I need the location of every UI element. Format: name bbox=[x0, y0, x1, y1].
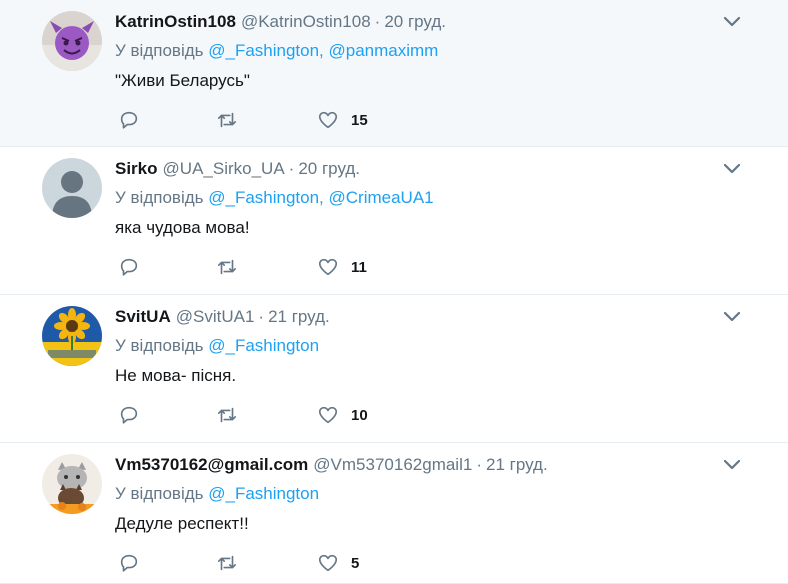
display-name[interactable]: Sirko bbox=[115, 159, 158, 178]
reply-button[interactable] bbox=[118, 403, 140, 427]
heart-icon bbox=[318, 406, 338, 424]
tweet-header: Sirko @UA_Sirko_UA · 20 груд. bbox=[115, 158, 360, 180]
retweet-icon bbox=[217, 112, 237, 128]
chevron-down-icon[interactable] bbox=[722, 309, 742, 325]
dot-separator: · bbox=[288, 159, 295, 178]
avatar[interactable] bbox=[42, 11, 102, 71]
default-avatar-icon bbox=[42, 158, 102, 218]
like-button[interactable]: 15 bbox=[317, 108, 368, 132]
replying-to: У відповідь @_Fashington, @panmaximm bbox=[115, 40, 438, 62]
dot-separator: · bbox=[258, 307, 265, 326]
tweet-date[interactable]: 20 груд. bbox=[384, 12, 446, 31]
tweet[interactable]: Sirko @UA_Sirko_UA · 20 груд. У відповідь @… bbox=[0, 147, 788, 295]
tweet-header: SvitUA @SvitUA1 · 21 груд. bbox=[115, 306, 330, 328]
reply-button[interactable] bbox=[118, 108, 140, 132]
avatar[interactable] bbox=[42, 306, 102, 366]
like-count: 5 bbox=[351, 554, 360, 572]
like-count: 10 bbox=[351, 406, 368, 424]
replying-prefix: У відповідь bbox=[115, 188, 204, 207]
like-button[interactable]: 11 bbox=[317, 255, 367, 279]
avatar[interactable] bbox=[42, 158, 102, 218]
replying-to: У відповідь @_Fashington, @CrimeaUA1 bbox=[115, 187, 434, 209]
mention-links[interactable]: @_Fashington, @CrimeaUA1 bbox=[208, 188, 433, 207]
heart-icon bbox=[318, 111, 338, 129]
avatar[interactable] bbox=[42, 454, 102, 514]
tweet-header: KatrinOstin108 @KatrinOstin108 · 20 груд. bbox=[115, 11, 446, 33]
reply-icon bbox=[120, 554, 138, 572]
sunflower-avatar-icon bbox=[42, 306, 102, 366]
tweet[interactable]: Vm5370162@gmail.com @Vm5370162gmail1 · 21 г… bbox=[0, 443, 788, 584]
tweet-text: Дедуле респект!! bbox=[115, 514, 249, 533]
user-handle[interactable]: @UA_Sirko_UA bbox=[163, 159, 285, 178]
like-count: 15 bbox=[351, 111, 368, 129]
reply-button[interactable] bbox=[118, 551, 140, 575]
retweet-button[interactable] bbox=[216, 403, 238, 427]
tweet-date[interactable]: 21 груд. bbox=[268, 307, 330, 326]
user-handle[interactable]: @Vm5370162gmail1 bbox=[313, 455, 472, 474]
retweet-button[interactable] bbox=[216, 551, 238, 575]
display-name[interactable]: Vm5370162@gmail.com bbox=[115, 455, 308, 474]
user-handle[interactable]: @SvitUA1 bbox=[176, 307, 255, 326]
tweet-date[interactable]: 21 груд. bbox=[486, 455, 548, 474]
chevron-down-icon[interactable] bbox=[722, 161, 742, 177]
tweet[interactable]: SvitUA @SvitUA1 · 21 груд. У відповідь @_Fa… bbox=[0, 295, 788, 443]
user-handle[interactable]: @KatrinOstin108 bbox=[241, 12, 371, 31]
reply-icon bbox=[120, 406, 138, 424]
reply-icon bbox=[120, 258, 138, 276]
devil-emoji-avatar-icon bbox=[42, 11, 102, 71]
mention-links[interactable]: @_Fashington bbox=[208, 336, 319, 355]
replying-to: У відповідь @_Fashington bbox=[115, 335, 319, 357]
reply-icon bbox=[120, 111, 138, 129]
replying-prefix: У відповідь bbox=[115, 41, 204, 60]
heart-icon bbox=[318, 554, 338, 572]
like-button[interactable]: 10 bbox=[317, 403, 368, 427]
tweet[interactable]: KatrinOstin108 @KatrinOstin108 · 20 груд. У… bbox=[0, 0, 788, 147]
like-count: 11 bbox=[351, 258, 367, 276]
retweet-button[interactable] bbox=[216, 108, 238, 132]
tweet-text: яка чудова мова! bbox=[115, 218, 250, 237]
display-name[interactable]: KatrinOstin108 bbox=[115, 12, 236, 31]
cats-avatar-icon bbox=[42, 454, 102, 514]
replying-to: У відповідь @_Fashington bbox=[115, 483, 319, 505]
dot-separator: · bbox=[374, 12, 381, 31]
replying-prefix: У відповідь bbox=[115, 484, 204, 503]
tweet-header: Vm5370162@gmail.com @Vm5370162gmail1 · 21 г… bbox=[115, 454, 548, 476]
retweet-button[interactable] bbox=[216, 255, 238, 279]
retweet-icon bbox=[217, 555, 237, 571]
retweet-icon bbox=[217, 407, 237, 423]
tweet-text: Не мова- пісня. bbox=[115, 366, 237, 385]
dot-separator: · bbox=[476, 455, 482, 474]
retweet-icon bbox=[217, 259, 237, 275]
mention-links[interactable]: @_Fashington, @panmaximm bbox=[208, 41, 438, 60]
mention-links[interactable]: @_Fashington bbox=[208, 484, 319, 503]
replying-prefix: У відповідь bbox=[115, 336, 204, 355]
tweet-text: "Живи Беларусь" bbox=[115, 71, 250, 90]
heart-icon bbox=[318, 258, 338, 276]
display-name[interactable]: SvitUA bbox=[115, 307, 171, 326]
chevron-down-icon[interactable] bbox=[722, 457, 742, 473]
reply-button[interactable] bbox=[118, 255, 140, 279]
like-button[interactable]: 5 bbox=[317, 551, 359, 575]
chevron-down-icon[interactable] bbox=[722, 14, 742, 30]
tweet-date[interactable]: 20 груд. bbox=[298, 159, 360, 178]
